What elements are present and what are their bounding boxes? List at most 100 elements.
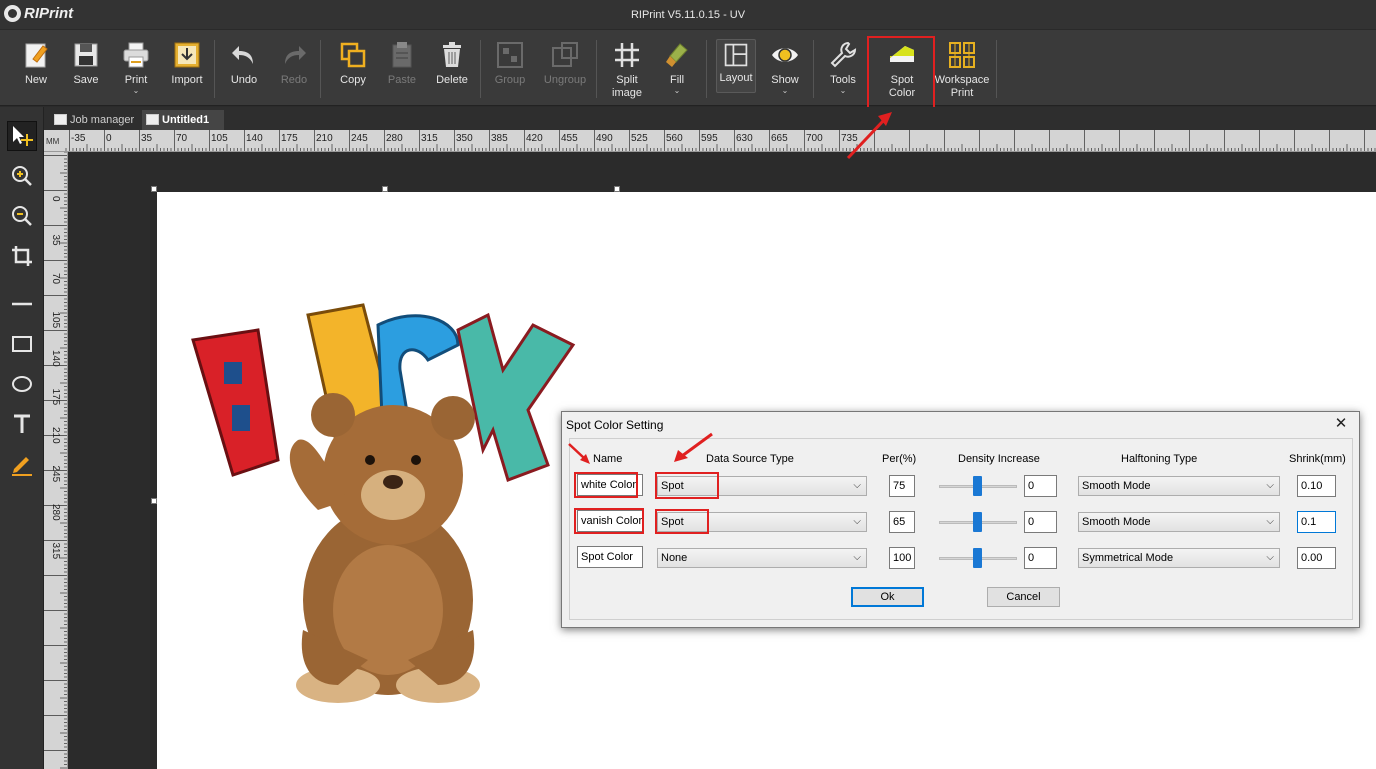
tools-button[interactable]: Tools ⌄ [817,38,869,102]
ruler-label: 140 [50,350,61,367]
data-source-select[interactable]: None ⌵ [657,548,867,568]
crop-icon [12,246,32,266]
spot-name-input[interactable]: Spot Color [577,546,643,568]
ungroup-button[interactable]: Ungroup [539,38,591,102]
density-input[interactable]: 0 [1024,511,1057,533]
ruler-label: 70 [50,273,61,285]
selection-handle[interactable] [382,186,388,192]
layout-button[interactable]: Layout [716,39,756,93]
show-dropdown-icon[interactable]: ⌄ [759,87,811,95]
group-button[interactable]: Group [484,38,536,102]
toolbar-separator [706,40,707,98]
header-density-increase: Density Increase [958,453,1040,465]
ruler-label: 455 [561,133,578,144]
close-icon[interactable]: ✕ [1333,416,1349,432]
save-button[interactable]: Save [60,38,112,102]
line-tool[interactable] [7,289,37,319]
tab-untitled1[interactable]: Untitled1 [142,110,224,130]
ruler-label: 210 [50,427,61,444]
density-input[interactable]: 0 [1024,475,1057,497]
artwork-image[interactable] [188,300,588,710]
per-input[interactable]: 75 [889,475,915,497]
select-move-tool[interactable] [7,121,37,151]
crop-tool[interactable] [7,241,37,271]
source-highlight-box [655,472,719,499]
ruler-label: 560 [666,133,683,144]
ruler-label: 245 [50,466,61,483]
delete-button[interactable]: Delete [426,38,478,102]
halftoning-select[interactable]: Smooth Mode ⌵ [1078,476,1280,496]
tab-job-manager[interactable]: Job manager [50,110,142,130]
pen-icon [12,457,32,476]
rectangle-tool[interactable] [7,329,37,359]
name-highlight-box [574,508,644,534]
density-slider[interactable] [939,547,1017,569]
workspace-print-button[interactable]: Workspace Print [933,38,991,102]
text-tool[interactable] [7,409,37,439]
chevron-down-icon: ⌵ [1266,480,1274,491]
print-button[interactable]: Print ⌄ [110,38,162,102]
ok-button[interactable]: Ok [851,587,924,607]
ellipse-icon [12,376,32,392]
density-slider[interactable] [939,511,1017,533]
spot-color-setting-dialog: Spot Color Setting ✕ Name Data Source Ty… [561,411,1360,628]
slider-thumb[interactable] [973,476,982,496]
split-image-button[interactable]: Split image [601,38,653,102]
print-dropdown-icon[interactable]: ⌄ [110,87,162,95]
header-halftoning-type: Halftoning Type [1121,453,1198,465]
fill-button[interactable]: Fill ⌄ [651,38,703,102]
ruler-label: 210 [316,133,333,144]
document-tabs: Job manager Untitled1 [44,107,1376,130]
toolbar-separator [320,40,321,98]
cancel-button[interactable]: Cancel [987,587,1060,607]
ruler-label: 280 [50,504,61,521]
chevron-down-icon: ⌵ [853,480,861,491]
ellipse-tool[interactable] [7,369,37,399]
vertical-ruler: 0 35 70 105 140 175 210 245 280 315 [44,152,68,769]
source-highlight-box [655,509,709,534]
text-icon [14,414,30,433]
toolbar-separator [596,40,597,98]
density-slider[interactable] [939,475,1017,497]
shrink-input[interactable]: 0.10 [1297,475,1336,497]
copy-icon [340,42,366,68]
left-toolbox [0,107,44,769]
ruler-label: 315 [50,543,61,560]
shrink-input[interactable]: 0.00 [1297,547,1336,569]
chevron-down-icon: ⌵ [853,516,861,527]
per-input[interactable]: 65 [889,511,915,533]
slider-thumb[interactable] [973,548,982,568]
slider-thumb[interactable] [973,512,982,532]
halftoning-select[interactable]: Smooth Mode ⌵ [1078,512,1280,532]
ruler-label: 665 [771,133,788,144]
halftoning-select[interactable]: Symmetrical Mode ⌵ [1078,548,1280,568]
per-input[interactable]: 100 [889,547,915,569]
undo-button[interactable]: Undo [218,38,270,102]
ruler-label: 245 [351,133,368,144]
chevron-down-icon: ⌵ [853,552,861,563]
window-title: RIPrint V5.11.0.15 - UV [630,9,746,21]
ruler-label: 175 [50,389,61,406]
ruler-label: 735 [841,133,858,144]
selection-handle[interactable] [614,186,620,192]
tools-dropdown-icon[interactable]: ⌄ [817,87,869,95]
copy-button[interactable]: Copy [327,38,379,102]
fill-dropdown-icon[interactable]: ⌄ [651,87,703,95]
new-button[interactable]: New [10,38,62,102]
import-button[interactable]: Import [161,38,213,102]
shrink-input[interactable]: 0.1 [1297,511,1336,533]
selection-handle[interactable] [151,186,157,192]
ruler-label: 350 [456,133,473,144]
paste-button[interactable]: Paste [376,38,428,102]
ruler-label: 175 [281,133,298,144]
clipboard-icon [392,42,412,68]
name-highlight-box [574,472,638,498]
density-input[interactable]: 0 [1024,547,1057,569]
zoom-out-tool[interactable] [7,201,37,231]
zoom-in-tool[interactable] [7,161,37,191]
ruler-unit-label: MM [46,137,60,146]
selection-handle[interactable] [151,498,157,504]
show-button[interactable]: Show ⌄ [759,38,811,102]
redo-button[interactable]: Redo [268,38,320,102]
pen-tool[interactable] [7,449,37,479]
